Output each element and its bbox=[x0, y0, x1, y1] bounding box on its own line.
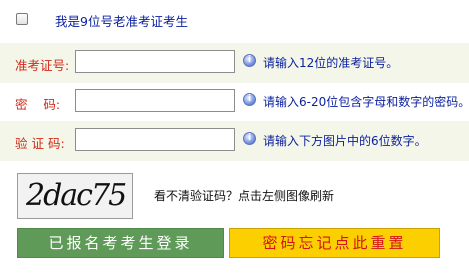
info-icon: i bbox=[243, 132, 256, 145]
reset-password-button[interactable]: 密码忘记点此重置 bbox=[229, 228, 440, 258]
exam-number-row: 准考证号: i 请输入12位的准考证号。 bbox=[0, 43, 469, 83]
old-examinee-label: 我是9位号老准考证考生 bbox=[55, 14, 188, 29]
captcha-row: 验 证 码: i 请输入下方图片中的6位数字。 bbox=[0, 121, 469, 161]
exam-number-input[interactable] bbox=[75, 50, 235, 73]
password-hint: 请输入6-20位包含字母和数字的密码。 bbox=[263, 95, 469, 109]
captcha-image-text: 2dac75 bbox=[26, 178, 127, 213]
password-row: 密 码: i 请输入6-20位包含字母和数字的密码。 bbox=[0, 82, 469, 122]
info-icon: i bbox=[243, 54, 256, 67]
login-button[interactable]: 已报名考考生登录 bbox=[17, 228, 224, 258]
old-examinee-checkbox[interactable] bbox=[16, 13, 28, 25]
password-label: 密 码: bbox=[15, 97, 61, 112]
captcha-label: 验 证 码: bbox=[15, 136, 65, 151]
password-input[interactable] bbox=[75, 89, 235, 112]
info-icon: i bbox=[243, 93, 256, 106]
captcha-hint-text: 请输入下方图片中的6位数字。 bbox=[263, 134, 427, 148]
exam-number-label: 准考证号: bbox=[15, 58, 70, 73]
captcha-input[interactable] bbox=[75, 128, 235, 151]
exam-number-hint: 请输入12位的准考证号。 bbox=[263, 56, 399, 70]
old-examinee-row: 我是9位号老准考证考生 bbox=[0, 0, 469, 42]
captcha-image[interactable]: 2dac75 bbox=[17, 173, 133, 219]
captcha-refresh-hint: 看不清验证码？点击左侧图像刷新 bbox=[154, 189, 335, 203]
